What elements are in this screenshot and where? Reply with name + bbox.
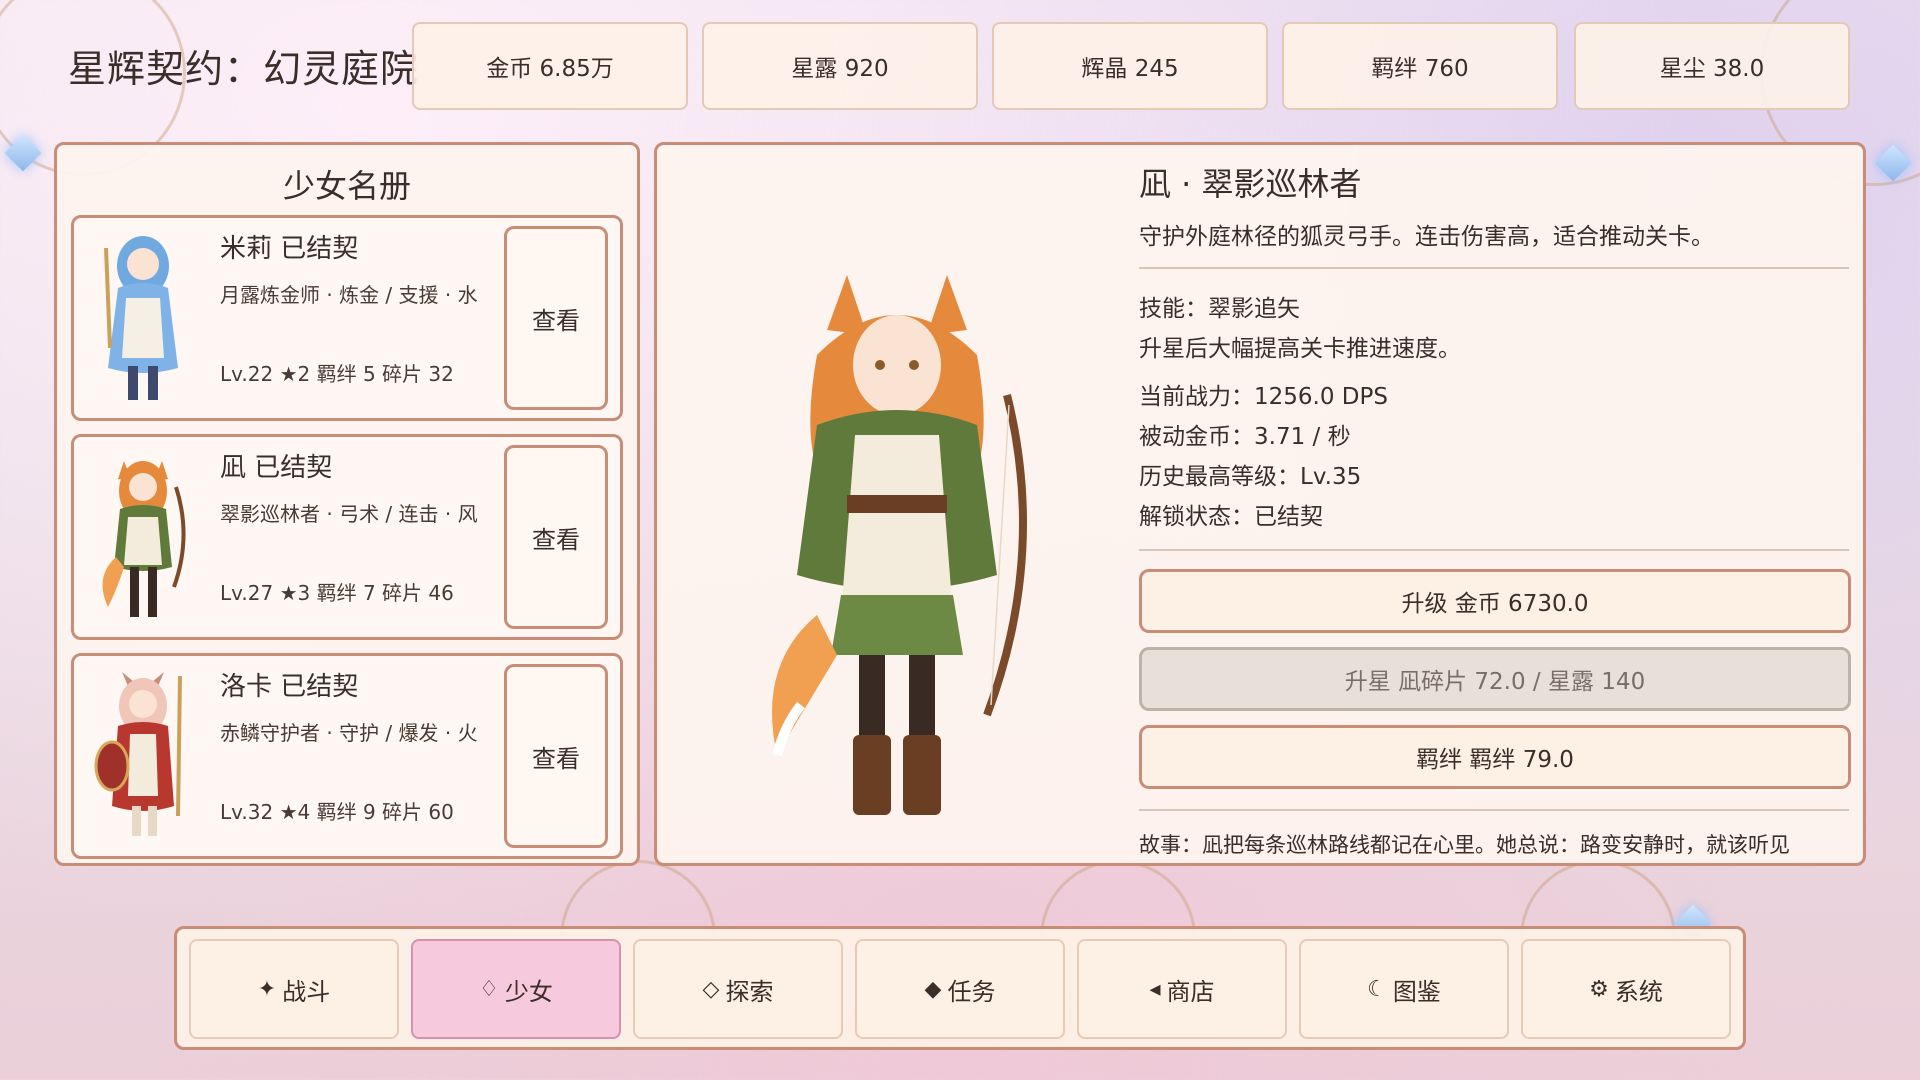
character-portrait	[772, 275, 1027, 815]
divider	[1139, 809, 1849, 811]
nav-label: 图鉴	[1392, 977, 1441, 1006]
nav-label: 探索	[725, 977, 774, 1006]
nav-quests[interactable]: ◆ 任务	[855, 939, 1065, 1039]
view-button[interactable]: 查看	[504, 664, 608, 848]
nav-codex[interactable]: ☾ 图鉴	[1299, 939, 1509, 1039]
resource-stardust: 星尘 38.0	[1574, 22, 1850, 110]
girl-card[interactable]: 洛卡 已结契 赤鳞守护者 · 守护 / 爆发 · 火 Lv.32 ★4 羁绊 9…	[71, 653, 623, 859]
game-title: 星辉契约：幻灵庭院	[68, 47, 420, 91]
nav-label: 商店	[1166, 977, 1215, 1006]
girl-card[interactable]: 米莉 已结契 月露炼金师 · 炼金 / 支援 · 水 Lv.22 ★2 羁绊 5…	[71, 215, 623, 421]
girl-class: 月露炼金师 · 炼金 / 支援 · 水	[220, 283, 478, 307]
bottom-nav: ✦ 战斗 ♢ 少女 ◇ 探索 ◆ 任务 ◂ 商店 ☾ 图鉴 ⚙ 系统	[174, 926, 1746, 1050]
girl-card[interactable]: 凪 已结契 翠影巡林者 · 弓术 / 连击 · 风 Lv.27 ★3 羁绊 7 …	[71, 434, 623, 640]
character-description: 守护外庭林径的狐灵弓手。连击伤害高，适合推动关卡。	[1139, 224, 1714, 250]
nav-system[interactable]: ⚙ 系统	[1521, 939, 1731, 1039]
max-level: 历史最高等级：Lv.35	[1139, 464, 1362, 490]
skill-description: 升星后大幅提高关卡推进速度。	[1139, 336, 1461, 362]
girl-portrait	[104, 236, 178, 400]
character-name: 凪 · 翠影巡林者	[1139, 165, 1362, 203]
divider	[1139, 267, 1849, 269]
divider	[1139, 549, 1849, 551]
skill-name: 技能：翠影追矢	[1139, 296, 1300, 322]
bond-button[interactable]: 羁绊 羁绊 79.0	[1139, 725, 1851, 789]
diamond-icon: ◇	[702, 976, 720, 1002]
moon-icon: ☾	[1367, 976, 1387, 1002]
diamond-filled-icon: ◆	[924, 976, 942, 1002]
resource-gold: 金币 6.85万	[412, 22, 688, 110]
girl-stats: Lv.22 ★2 羁绊 5 碎片 32	[220, 362, 454, 386]
shop-icon: ◂	[1149, 976, 1161, 1002]
girl-portrait	[102, 461, 186, 617]
detail-panel: 凪 · 翠影巡林者 守护外庭林径的狐灵弓手。连击伤害高，适合推动关卡。 技能：翠…	[654, 142, 1866, 866]
girl-stats: Lv.27 ★3 羁绊 7 碎片 46	[220, 581, 454, 605]
diamond-outline-icon: ♢	[479, 976, 499, 1002]
nav-label: 系统	[1614, 977, 1663, 1006]
character-story: 故事：凪把每条巡林路线都记在心里。她总说：路变安静时，就该听见	[1139, 833, 1790, 857]
girl-stats: Lv.32 ★4 羁绊 9 碎片 60	[220, 800, 454, 824]
view-button[interactable]: 查看	[504, 445, 608, 629]
unlock-status: 解锁状态：已结契	[1139, 504, 1323, 530]
nav-label: 少女	[504, 977, 553, 1006]
girl-class: 赤鳞守护者 · 守护 / 爆发 · 火	[220, 721, 478, 745]
roster-title: 少女名册	[282, 167, 411, 205]
girl-name: 凪 已结契	[220, 453, 333, 483]
girl-name: 米莉 已结契	[220, 234, 359, 264]
resource-crystal: 辉晶 245	[992, 22, 1268, 110]
upgrade-button[interactable]: 升级 金币 6730.0	[1139, 569, 1851, 633]
nav-shop[interactable]: ◂ 商店	[1077, 939, 1287, 1039]
nav-label: 战斗	[282, 977, 331, 1006]
nav-battle[interactable]: ✦ 战斗	[189, 939, 399, 1039]
resource-stardew: 星露 920	[702, 22, 978, 110]
star-up-button[interactable]: 升星 凪碎片 72.0 / 星露 140	[1139, 647, 1851, 711]
passive-gold: 被动金币：3.71 / 秒	[1139, 424, 1351, 450]
resource-bond: 羁绊 760	[1282, 22, 1558, 110]
nav-girls[interactable]: ♢ 少女	[411, 939, 621, 1039]
girl-class: 翠影巡林者 · 弓术 / 连击 · 风	[220, 502, 478, 526]
gear-icon: ⚙	[1589, 976, 1609, 1002]
girl-portrait	[94, 672, 182, 836]
nav-explore[interactable]: ◇ 探索	[633, 939, 843, 1039]
roster-panel: 少女名册 米莉 已结契 月露炼金师 · 炼金 / 支援 · 水 Lv.22 ★2…	[54, 142, 640, 866]
combat-power: 当前战力：1256.0 DPS	[1139, 384, 1388, 410]
view-button[interactable]: 查看	[504, 226, 608, 410]
girl-name: 洛卡 已结契	[220, 672, 359, 702]
nav-label: 任务	[947, 977, 996, 1006]
sparkle-icon: ✦	[257, 976, 277, 1002]
